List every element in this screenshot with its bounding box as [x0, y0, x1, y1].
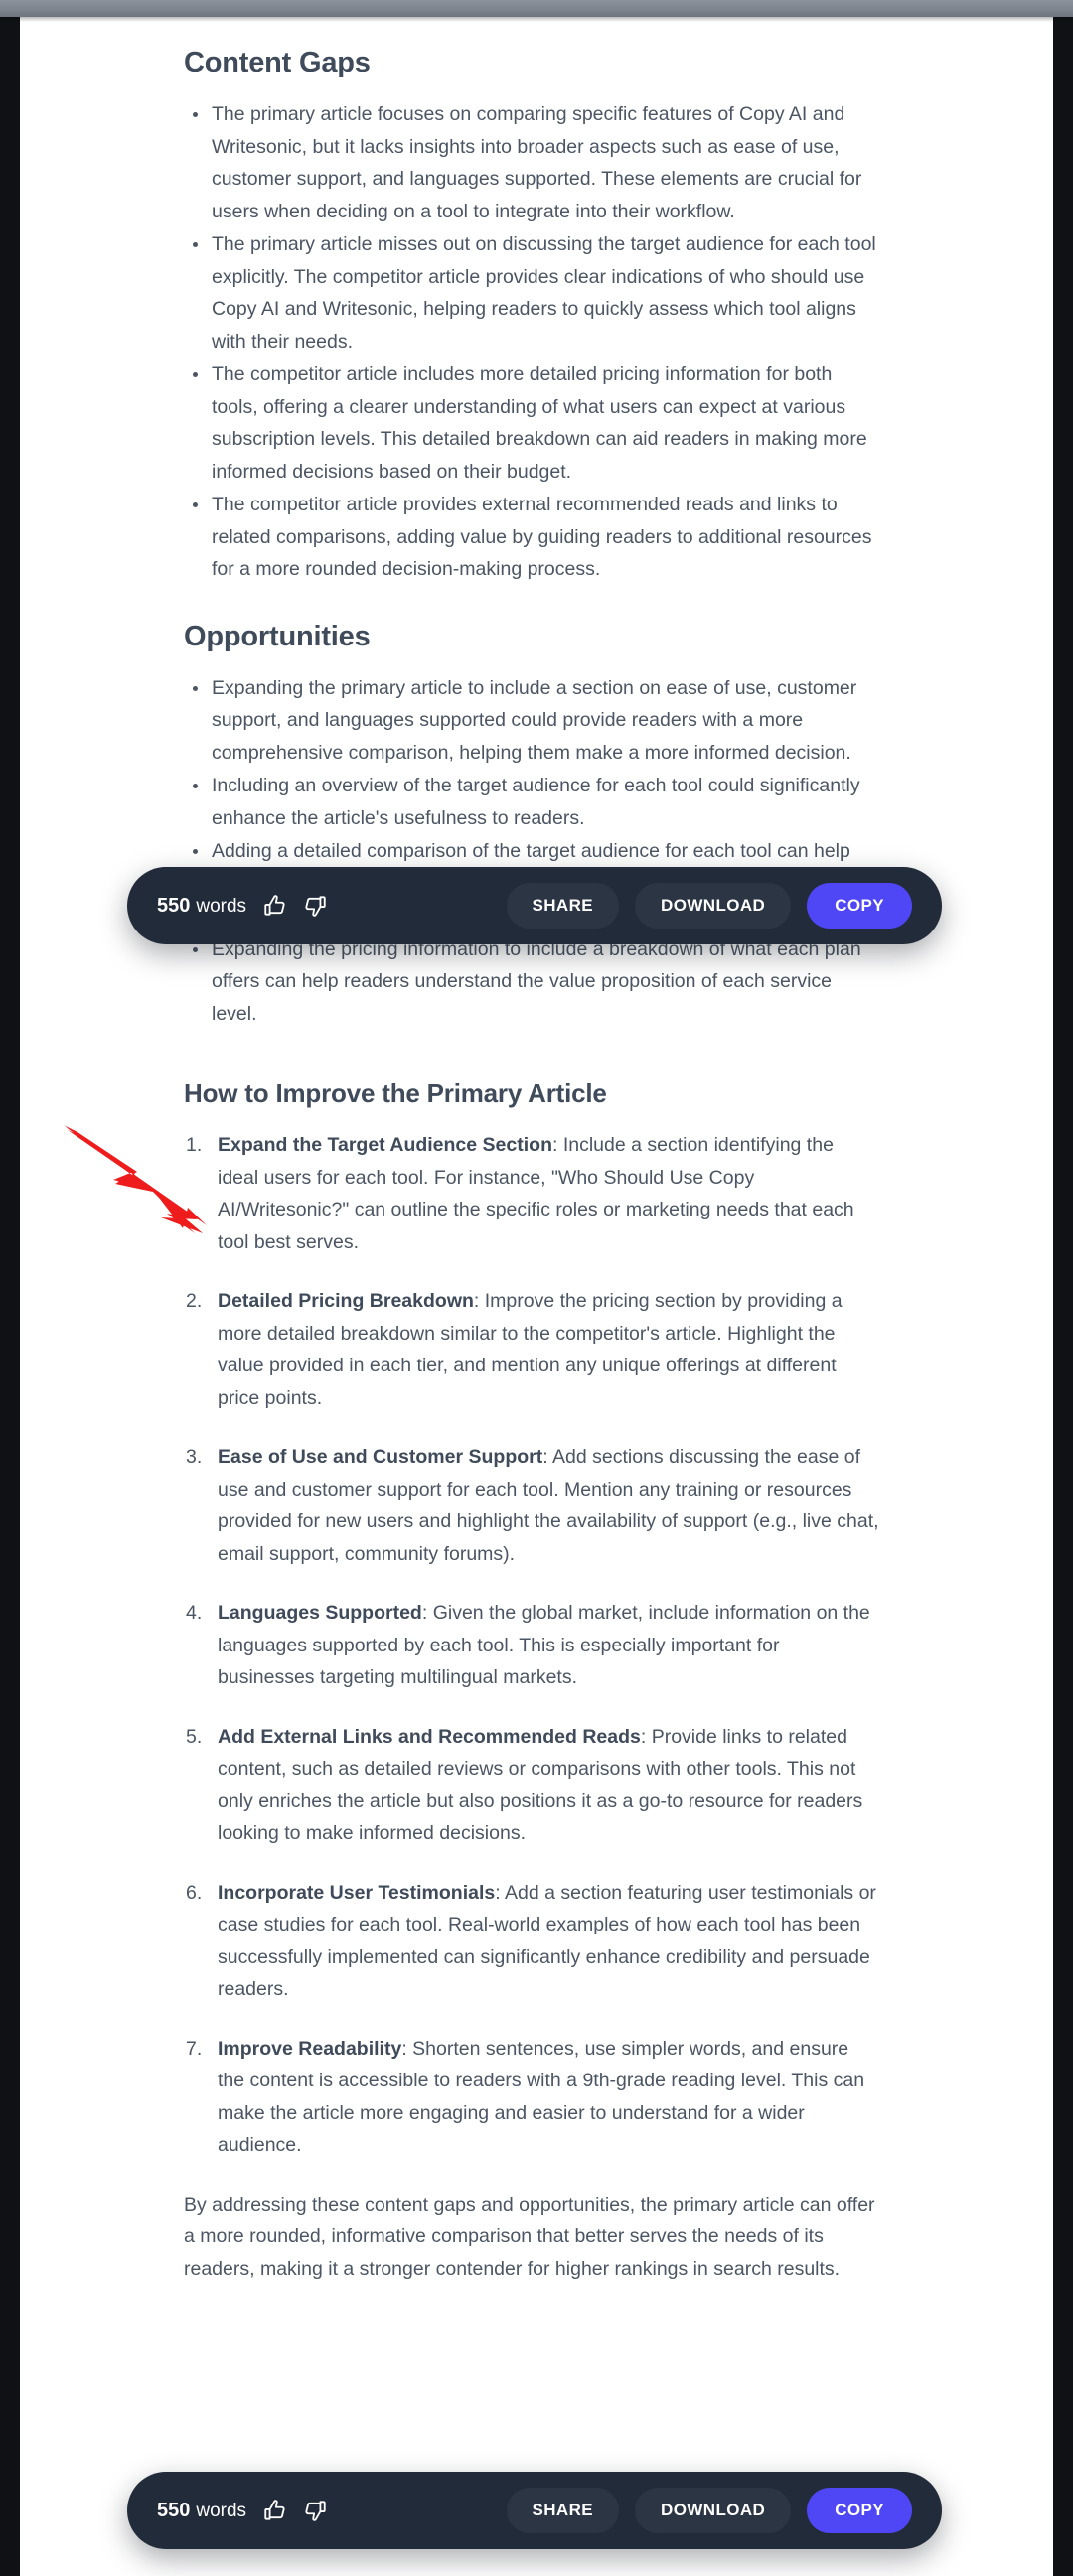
vote-icon-group	[262, 2498, 328, 2523]
section-heading-how-to-improve: How to Improve the Primary Article	[184, 1078, 607, 1108]
word-count: 550 words	[157, 895, 246, 918]
list-item: Expand the Target Audience Section: Incl…	[184, 1129, 879, 1258]
section-heading-content-gaps: Content Gaps	[184, 47, 371, 78]
thumbs-up-icon[interactable]	[262, 893, 288, 919]
list-item: Add External Links and Recommended Reads…	[184, 1721, 879, 1850]
word-count-number: 550	[157, 2499, 191, 2521]
action-toolbar-bottom[interactable]: 550 words SHARE DOWNLOAD COPY	[127, 2472, 942, 2549]
list-item-lead: Ease of Use and Customer Support	[218, 1446, 543, 1468]
content-gaps-list: The primary article focuses on comparing…	[184, 98, 879, 586]
action-toolbar-top[interactable]: 550 words SHARE DOWNLOAD COPY	[127, 867, 942, 944]
toolbar-buttons: SHARE DOWNLOAD COPY	[506, 2488, 912, 2533]
list-item: The primary article focuses on comparing…	[184, 98, 879, 227]
section-content-gaps: Content Gaps The primary article focuses…	[184, 47, 879, 586]
section-heading-opportunities: Opportunities	[184, 620, 371, 652]
share-button[interactable]: SHARE	[506, 2488, 620, 2533]
improvement-list: Expand the Target Audience Section: Incl…	[184, 1129, 879, 2162]
list-item-lead: Add External Links and Recommended Reads	[218, 1725, 641, 1748]
list-item: Improve Readability: Shorten sentences, …	[184, 2033, 879, 2162]
list-item: Including an overview of the target audi…	[184, 770, 879, 834]
thumbs-down-icon[interactable]	[302, 2498, 328, 2523]
list-item: Ease of Use and Customer Support: Add se…	[184, 1441, 879, 1570]
list-item: Expanding the pricing information to inc…	[184, 933, 879, 1031]
copy-button[interactable]: COPY	[807, 2488, 912, 2533]
toolbar-buttons: SHARE DOWNLOAD COPY	[506, 883, 912, 929]
list-item: The primary article misses out on discus…	[184, 228, 879, 358]
download-button[interactable]: DOWNLOAD	[635, 2488, 792, 2533]
list-item-lead: Detailed Pricing Breakdown	[218, 1290, 474, 1312]
list-item: The competitor article includes more det…	[184, 358, 879, 488]
list-item: The competitor article provides external…	[184, 489, 879, 586]
content-column: Content Gaps The primary article focuses…	[184, 47, 879, 2285]
word-count: 550 words	[157, 2500, 246, 2522]
document-body: Content Gaps The primary article focuses…	[20, 17, 1053, 2285]
section-opportunities: Opportunities Expanding the primary arti…	[184, 621, 879, 1031]
word-count-number: 550	[157, 894, 191, 917]
section-how-to-improve: How to Improve the Primary Article Expan…	[184, 1078, 879, 2285]
window-titlebar	[0, 0, 1073, 17]
list-item: Expanding the primary article to include…	[184, 672, 879, 770]
page-bottom-edge	[20, 2570, 1053, 2576]
vote-icon-group	[262, 893, 328, 919]
copy-button[interactable]: COPY	[807, 883, 912, 929]
document-page: Content Gaps The primary article focuses…	[20, 17, 1053, 2576]
download-button[interactable]: DOWNLOAD	[635, 883, 792, 929]
word-count-label: words	[196, 2500, 247, 2521]
list-item-lead: Expand the Target Audience Section	[218, 1134, 552, 1156]
list-item-lead: Incorporate User Testimonials	[218, 1881, 496, 1904]
thumbs-up-icon[interactable]	[262, 2498, 288, 2523]
closing-paragraph: By addressing these content gaps and opp…	[184, 2193, 875, 2280]
list-item: Languages Supported: Given the global ma…	[184, 1597, 879, 1694]
share-button[interactable]: SHARE	[506, 883, 620, 929]
list-item-lead: Improve Readability	[218, 2037, 402, 2060]
list-item-lead: Languages Supported	[218, 1602, 422, 1624]
list-item: Incorporate User Testimonials: Add a sec…	[184, 1877, 879, 2006]
opportunities-list: Expanding the primary article to include…	[184, 672, 879, 1031]
word-count-label: words	[196, 895, 247, 917]
thumbs-down-icon[interactable]	[302, 893, 328, 919]
list-item: Detailed Pricing Breakdown: Improve the …	[184, 1285, 879, 1414]
browser-window: Content Gaps The primary article focuses…	[0, 0, 1073, 2576]
